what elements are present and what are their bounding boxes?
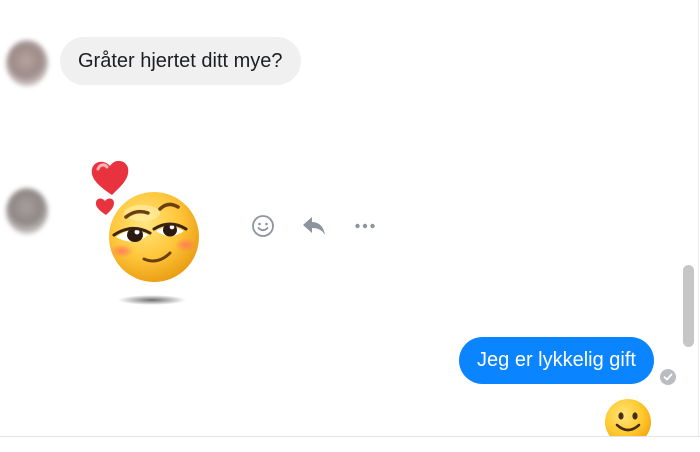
blushing-emoji-hearts-sticker-icon xyxy=(91,160,199,305)
delivered-status-icon xyxy=(660,369,676,385)
contact-avatar[interactable] xyxy=(6,40,48,86)
incoming-message-bubble[interactable]: Gråter hjertet ditt mye? xyxy=(60,37,301,85)
composer-divider xyxy=(0,436,700,452)
scrollbar-thumb[interactable] xyxy=(683,265,694,347)
contact-avatar[interactable] xyxy=(6,188,48,234)
sticker-message[interactable] xyxy=(86,155,206,310)
outgoing-message-bubble[interactable]: Jeg er lykkelig gift xyxy=(459,337,654,384)
reply-button[interactable] xyxy=(301,213,327,239)
reply-arrow-icon xyxy=(303,217,325,235)
message-thread: Gråter hjertet ditt mye? Jeg er lykkelig… xyxy=(0,0,700,452)
seen-reaction-emoji xyxy=(603,397,653,437)
check-icon xyxy=(663,373,673,381)
message-actions xyxy=(250,212,378,240)
smiling-face-emoji-icon xyxy=(605,399,651,437)
smiley-face-icon xyxy=(252,215,274,237)
more-options-button[interactable] xyxy=(352,213,378,239)
react-button[interactable] xyxy=(250,213,276,239)
divider xyxy=(698,0,699,451)
more-dots-icon xyxy=(355,223,375,229)
